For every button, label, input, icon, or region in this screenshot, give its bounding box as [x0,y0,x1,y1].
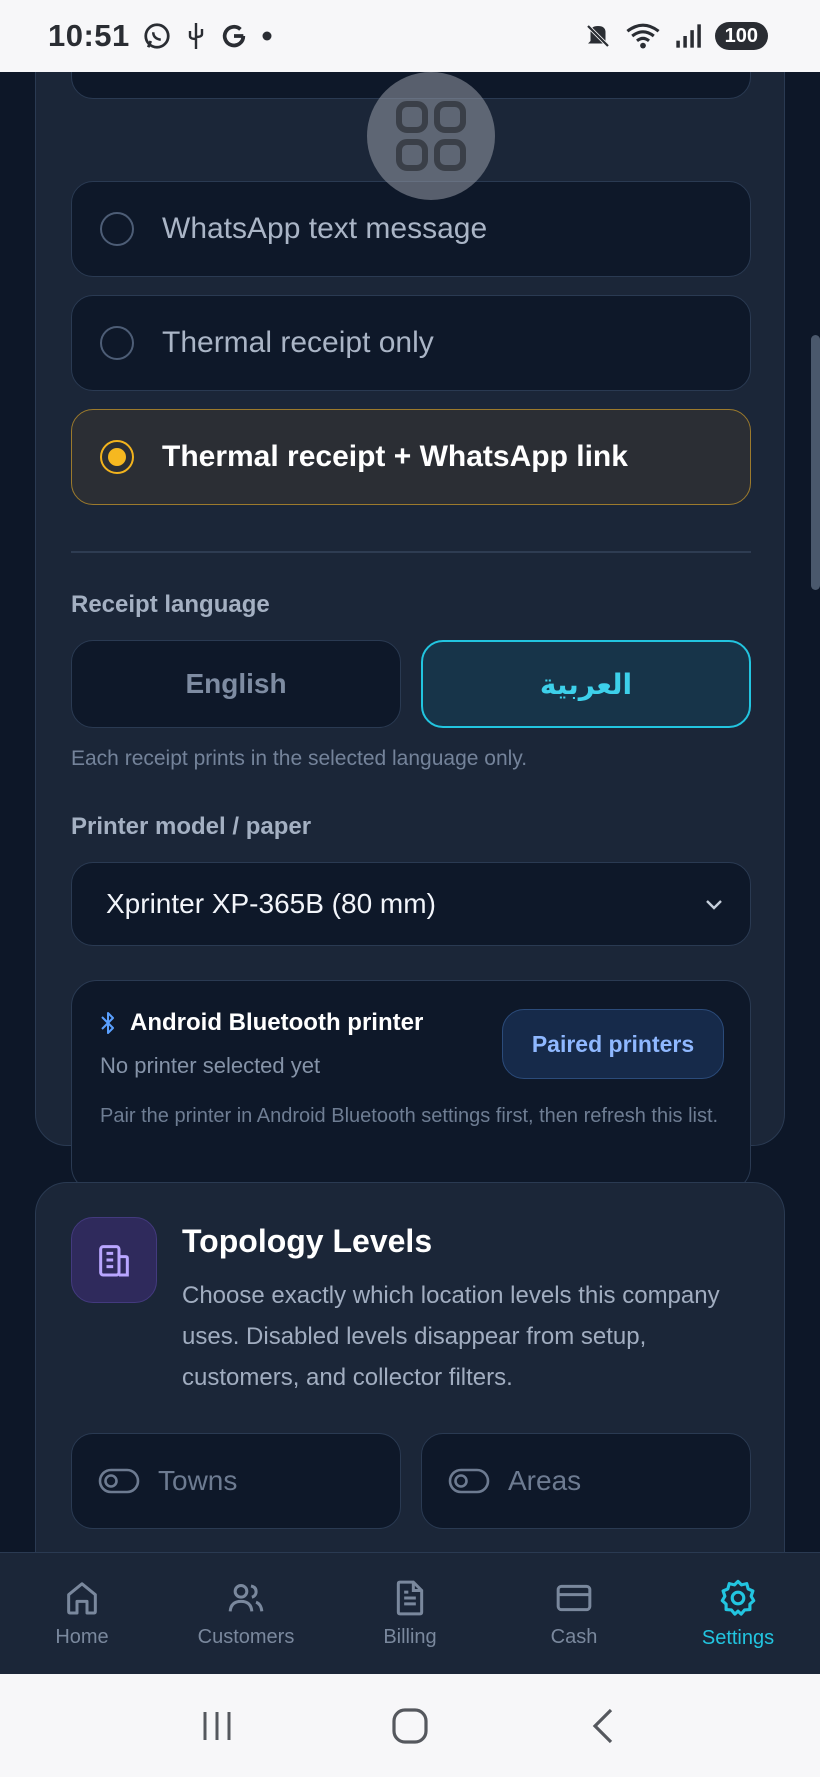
nav-label: Cash [550,1626,598,1648]
home-button-icon[interactable] [390,1706,430,1746]
radio-icon [100,212,134,246]
section-divider [71,551,751,553]
nav-billing[interactable]: Billing [328,1578,492,1649]
bluetooth-printer-panel: Android Bluetooth printer No printer sel… [71,980,751,1192]
receipt-settings-card: WhatsApp text message Thermal receipt on… [35,72,785,1192]
level-label: Areas [508,1465,582,1496]
nav-label: Settings [701,1627,775,1649]
radio-icon [100,326,134,360]
grid-icon [396,101,466,171]
printer-model-label: Printer model / paper [71,813,312,840]
delivery-option-thermal-whatsapp[interactable]: Thermal receipt + WhatsApp link [71,409,751,505]
chevron-down-icon [706,900,722,910]
level-label: Towns [158,1465,238,1496]
gear-icon [720,1579,756,1616]
document-icon [396,1580,424,1616]
dot-icon [262,31,272,41]
card-icon [556,1584,592,1612]
status-right: 100 [583,21,768,51]
battery-level: 100 [714,22,768,50]
bottom-navigation: Home Customers Billing Cash Settings [0,1552,820,1674]
wifi-icon [626,23,660,49]
recent-apps-icon[interactable] [197,1706,237,1746]
whatsapp-notification-icon [144,23,170,49]
system-navigation-bar [0,1674,820,1777]
delivery-option-thermal-only[interactable]: Thermal receipt only [71,295,751,391]
scrollbar[interactable] [811,335,820,590]
bluetooth-icon [101,1012,114,1034]
topology-description: Choose exactly which location levels thi… [182,1282,720,1391]
settings-scroll-area[interactable]: WhatsApp text message Thermal receipt on… [0,72,820,1552]
printer-model-value: Xprinter XP-365B (80 mm) [106,888,436,919]
receipt-language-label: Receipt language [71,591,270,618]
nav-label: Home [55,1626,109,1648]
status-left: 10:51 [48,18,274,54]
bluetooth-printer-title: Android Bluetooth printer [130,1009,424,1036]
language-english-button[interactable]: English [71,640,401,728]
printer-model-select[interactable]: Xprinter XP-365B (80 mm) [71,862,751,946]
nav-customers[interactable]: Customers [164,1578,328,1649]
status-time: 10:51 [48,18,130,53]
level-toggle-towns[interactable]: Towns [71,1433,401,1529]
google-icon [222,24,245,48]
paired-printers-button[interactable]: Paired printers [502,1009,724,1079]
nav-home[interactable]: Home [0,1578,164,1649]
nav-label: Billing [383,1626,437,1648]
back-icon[interactable] [583,1706,623,1746]
signal-icon [675,24,701,48]
delivery-option-label: Thermal receipt + WhatsApp link [162,440,628,473]
building-icon [71,1217,157,1303]
level-toggle-areas[interactable]: Areas [421,1433,751,1529]
printer-pairing-hint: Pair the printer in Android Bluetooth se… [100,1105,719,1127]
topology-title: Topology Levels [182,1223,433,1259]
usb-icon [188,23,203,49]
language-arabic-button[interactable]: العربية [421,640,751,728]
users-icon [228,1584,264,1612]
delivery-option-label: WhatsApp text message [162,212,488,245]
bluetooth-printer-title-row: Android Bluetooth printer [100,1009,423,1037]
toggle-icon [448,1468,490,1494]
floating-app-switcher-button[interactable] [367,72,495,200]
nav-settings[interactable]: Settings [656,1577,820,1650]
nav-label: Customers [197,1626,295,1648]
mute-icon [585,23,611,49]
radio-selected-icon [100,440,134,474]
toggle-icon [98,1468,140,1494]
home-icon [67,1582,97,1615]
delivery-option-label: Thermal receipt only [162,326,434,359]
printer-status-text: No printer selected yet [100,1053,321,1078]
topology-levels-card: Topology Levels Choose exactly which loc… [35,1182,785,1552]
receipt-language-hint: Each receipt prints in the selected lang… [71,747,528,770]
nav-cash[interactable]: Cash [492,1578,656,1649]
status-bar: 10:51 100 [0,0,820,72]
